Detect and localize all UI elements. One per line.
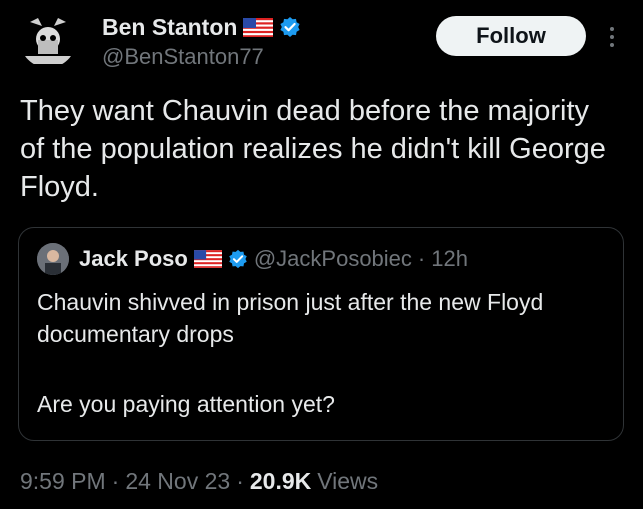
author-handle[interactable]: @BenStanton77 <box>102 44 264 70</box>
separator-dot: · <box>417 246 426 271</box>
us-flag-icon <box>243 17 274 37</box>
more-options-icon[interactable] <box>600 22 624 52</box>
views-count[interactable]: 20.9K <box>250 468 311 495</box>
tweet-meta: 9:59 PM · 24 Nov 23 · 20.9K Views <box>20 468 378 495</box>
quoted-text-paragraph: Chauvin shivved in prison just after the… <box>37 289 544 347</box>
us-flag-icon <box>193 250 222 268</box>
quoted-author-name[interactable]: Jack Poso <box>79 246 188 272</box>
tweet-text: They want Chauvin dead before the majori… <box>20 95 606 203</box>
author-display-name[interactable]: Ben Stanton <box>102 14 237 41</box>
quoted-tweet-header: Jack Poso @JackPosobiec · 12h <box>37 243 468 275</box>
quoted-tweet-text: Chauvin shivved in prison just after the… <box>37 286 607 420</box>
separator-dot: · <box>111 468 120 494</box>
quoted-tweet-card[interactable]: Jack Poso @JackPosobiec · 12h Chauvin sh… <box>18 227 624 441</box>
follow-button[interactable]: Follow <box>436 16 586 56</box>
quoted-timestamp[interactable]: 12h <box>431 246 468 272</box>
verified-badge-icon[interactable] <box>279 16 301 38</box>
quoted-text-paragraph: Are you paying attention yet? <box>37 391 335 417</box>
author-name-row: Ben Stanton <box>102 13 301 41</box>
quoted-author-avatar[interactable] <box>37 243 69 275</box>
verified-badge-icon <box>229 249 247 269</box>
tweet-time[interactable]: 9:59 PM <box>20 468 106 495</box>
views-label: Views <box>317 468 379 494</box>
author-avatar[interactable] <box>20 12 76 68</box>
separator-dot: · <box>236 468 244 494</box>
tweet-date[interactable]: 24 Nov 23 <box>125 468 230 495</box>
quoted-author-handle[interactable]: @JackPosobiec <box>254 246 412 272</box>
